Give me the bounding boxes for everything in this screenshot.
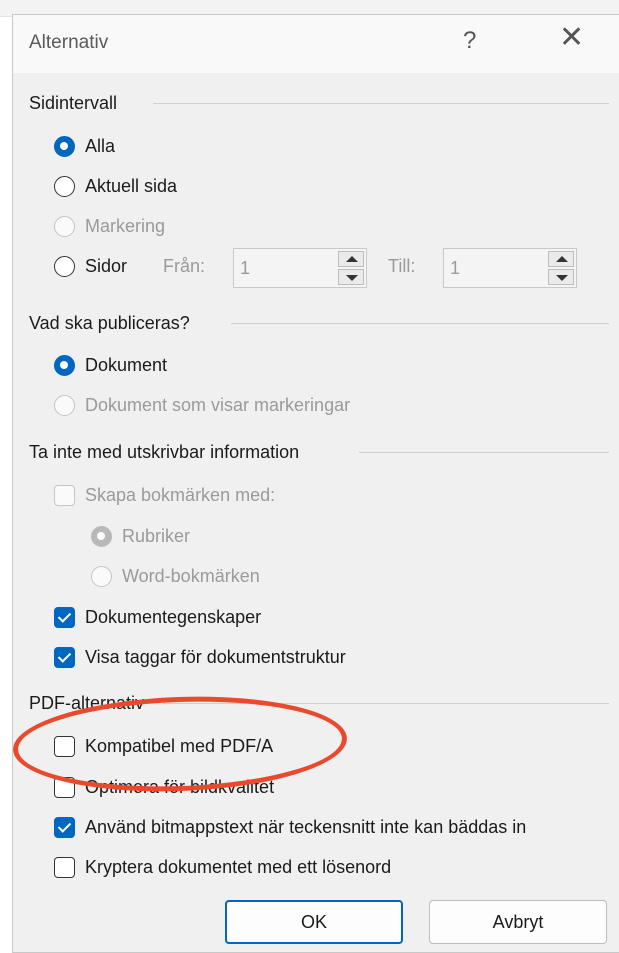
- checkbox[interactable]: [54, 647, 75, 668]
- radio-all-label: Alla: [85, 136, 116, 156]
- to-label: Till:: [388, 256, 416, 276]
- radio-button: [91, 566, 112, 587]
- title-bar: Alternativ ? ✕: [13, 15, 619, 73]
- radio-selection-label: Markering: [85, 216, 166, 236]
- checkbox: [54, 485, 75, 506]
- radio-document-markup: Dokument som visar markeringar: [54, 395, 350, 416]
- page-range-group-label: Sidintervall: [29, 93, 118, 113]
- radio-headings: Rubriker: [91, 526, 190, 547]
- help-button[interactable]: ?: [463, 27, 476, 55]
- ok-button[interactable]: OK: [225, 900, 403, 944]
- spin-up-icon[interactable]: [338, 251, 364, 267]
- radio-current-page-label: Aktuell sida: [85, 176, 178, 196]
- encrypt-label: Kryptera dokumentet med ett lösenord: [85, 857, 392, 877]
- radio-document-label: Dokument: [85, 355, 168, 375]
- cancel-button[interactable]: Avbryt: [429, 900, 607, 944]
- from-value[interactable]: 1: [240, 258, 250, 279]
- to-value[interactable]: 1: [450, 258, 460, 279]
- radio-all[interactable]: Alla: [54, 136, 115, 157]
- radio-document[interactable]: Dokument: [54, 355, 167, 376]
- group-divider: [231, 323, 609, 324]
- radio-word-bookmarks: Word-bokmärken: [91, 566, 260, 587]
- radio-pages[interactable]: Sidor: [54, 256, 127, 277]
- radio-button[interactable]: [54, 355, 75, 376]
- spin-down-icon[interactable]: [338, 269, 364, 285]
- create-bookmarks-checkbox: Skapa bokmärken med:: [54, 485, 275, 506]
- radio-button[interactable]: [54, 136, 75, 157]
- document-properties-label: Dokumentegenskaper: [85, 607, 262, 627]
- group-divider: [153, 103, 609, 104]
- radio-headings-label: Rubriker: [122, 526, 191, 546]
- radio-button: [54, 395, 75, 416]
- non-printing-group-label: Ta inte med utskrivbar information: [29, 442, 300, 462]
- publish-group-label: Vad ska publiceras?: [29, 313, 190, 333]
- radio-button: [91, 526, 112, 547]
- structure-tags-checkbox[interactable]: Visa taggar för dokumentstruktur: [54, 647, 346, 668]
- options-dialog: Alternativ ? ✕ Sidintervall Alla Aktuell…: [12, 14, 619, 953]
- from-label: Från:: [163, 256, 206, 276]
- radio-document-markup-label: Dokument som visar markeringar: [85, 395, 351, 415]
- close-button[interactable]: ✕: [559, 23, 584, 53]
- checkbox[interactable]: [54, 607, 75, 628]
- spin-up-icon[interactable]: [548, 251, 574, 267]
- radio-selection: Markering: [54, 216, 165, 237]
- checkbox[interactable]: [54, 817, 75, 838]
- from-spinner[interactable]: 1: [233, 248, 367, 288]
- to-spinner[interactable]: 1: [443, 248, 577, 288]
- radio-button[interactable]: [54, 256, 75, 277]
- bitmap-text-checkbox[interactable]: Använd bitmappstext när teckensnitt inte…: [54, 817, 526, 838]
- encrypt-checkbox[interactable]: Kryptera dokumentet med ett lösenord: [54, 857, 391, 878]
- radio-button: [54, 216, 75, 237]
- dialog-title: Alternativ: [29, 32, 109, 53]
- group-divider: [359, 452, 609, 453]
- radio-current-page[interactable]: Aktuell sida: [54, 176, 177, 197]
- radio-pages-label: Sidor: [85, 256, 128, 276]
- document-properties-checkbox[interactable]: Dokumentegenskaper: [54, 607, 261, 628]
- radio-word-bookmarks-label: Word-bokmärken: [122, 566, 260, 586]
- checkbox[interactable]: [54, 857, 75, 878]
- bitmap-text-label: Använd bitmappstext när teckensnitt inte…: [85, 817, 527, 837]
- create-bookmarks-label: Skapa bokmärken med:: [85, 485, 276, 505]
- radio-button[interactable]: [54, 176, 75, 197]
- structure-tags-label: Visa taggar för dokumentstruktur: [85, 647, 346, 667]
- spin-down-icon[interactable]: [548, 269, 574, 285]
